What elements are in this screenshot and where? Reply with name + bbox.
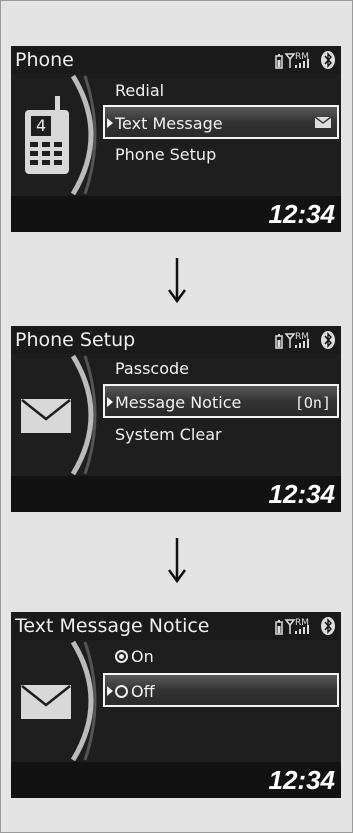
radio-checked-icon <box>115 650 128 663</box>
message-notice-value: [On] <box>294 394 331 412</box>
status-icons: RM <box>275 51 335 69</box>
down-arrow-icon <box>167 538 187 584</box>
rm-label: RM <box>295 52 309 62</box>
rm-label: RM <box>295 618 309 628</box>
menu-area: 4 Redial Text Message Phone Setup <box>11 74 341 196</box>
bluetooth-icon <box>321 331 335 349</box>
bluetooth-icon <box>321 617 335 635</box>
clock: 12:34 <box>268 765 336 795</box>
battery-icon <box>275 620 283 635</box>
radio-option-off[interactable]: Off <box>103 673 339 707</box>
bottom-bar: 12:34 <box>11 477 341 512</box>
radio-unchecked-icon <box>115 685 128 698</box>
menu-item-text-message[interactable]: Text Message <box>103 105 339 139</box>
battery-icon <box>275 54 283 69</box>
phone-setup-screen: Phone Setup RM Passcode Message Notice [… <box>11 326 341 512</box>
menu-item-message-notice[interactable]: Message Notice [On] <box>103 384 339 418</box>
screen-title: Phone <box>15 49 74 71</box>
menu-item-phone-setup[interactable]: Phone Setup <box>115 140 337 170</box>
bluetooth-icon <box>321 51 335 69</box>
rm-label: RM <box>295 332 309 342</box>
radio-option-on[interactable]: On <box>115 642 337 672</box>
status-icons: RM <box>275 617 335 635</box>
clock: 12:34 <box>268 199 336 229</box>
envelope-icon <box>21 685 71 719</box>
envelope-icon <box>21 399 71 433</box>
envelope-icon <box>315 117 331 128</box>
clock: 12:34 <box>268 479 336 509</box>
status-icons: RM <box>275 331 335 349</box>
title-bar: Text Message Notice RM <box>11 612 341 640</box>
menu-item-passcode[interactable]: Passcode <box>115 354 337 384</box>
menu-item-redial[interactable]: Redial <box>115 76 337 106</box>
menu-item-system-clear[interactable]: System Clear <box>115 420 337 450</box>
phone-icon <box>25 96 69 174</box>
screen-title: Phone Setup <box>15 329 136 351</box>
phone-screen: Phone RM 4 Redial Text Message Phone Set… <box>11 46 341 232</box>
title-bar: Phone RM <box>11 46 341 74</box>
down-arrow-icon <box>167 258 187 304</box>
bottom-bar: 12:34 <box>11 197 341 232</box>
menu-area: On Off <box>11 640 341 762</box>
bottom-bar: 12:34 <box>11 763 341 798</box>
battery-icon <box>275 334 283 349</box>
keypad-number: 4 <box>36 116 47 135</box>
menu-area: Passcode Message Notice [On] System Clea… <box>11 354 341 476</box>
text-message-notice-screen: Text Message Notice RM On Off 12:34 <box>11 612 341 798</box>
screen-title: Text Message Notice <box>15 615 210 637</box>
title-bar: Phone Setup RM <box>11 326 341 354</box>
